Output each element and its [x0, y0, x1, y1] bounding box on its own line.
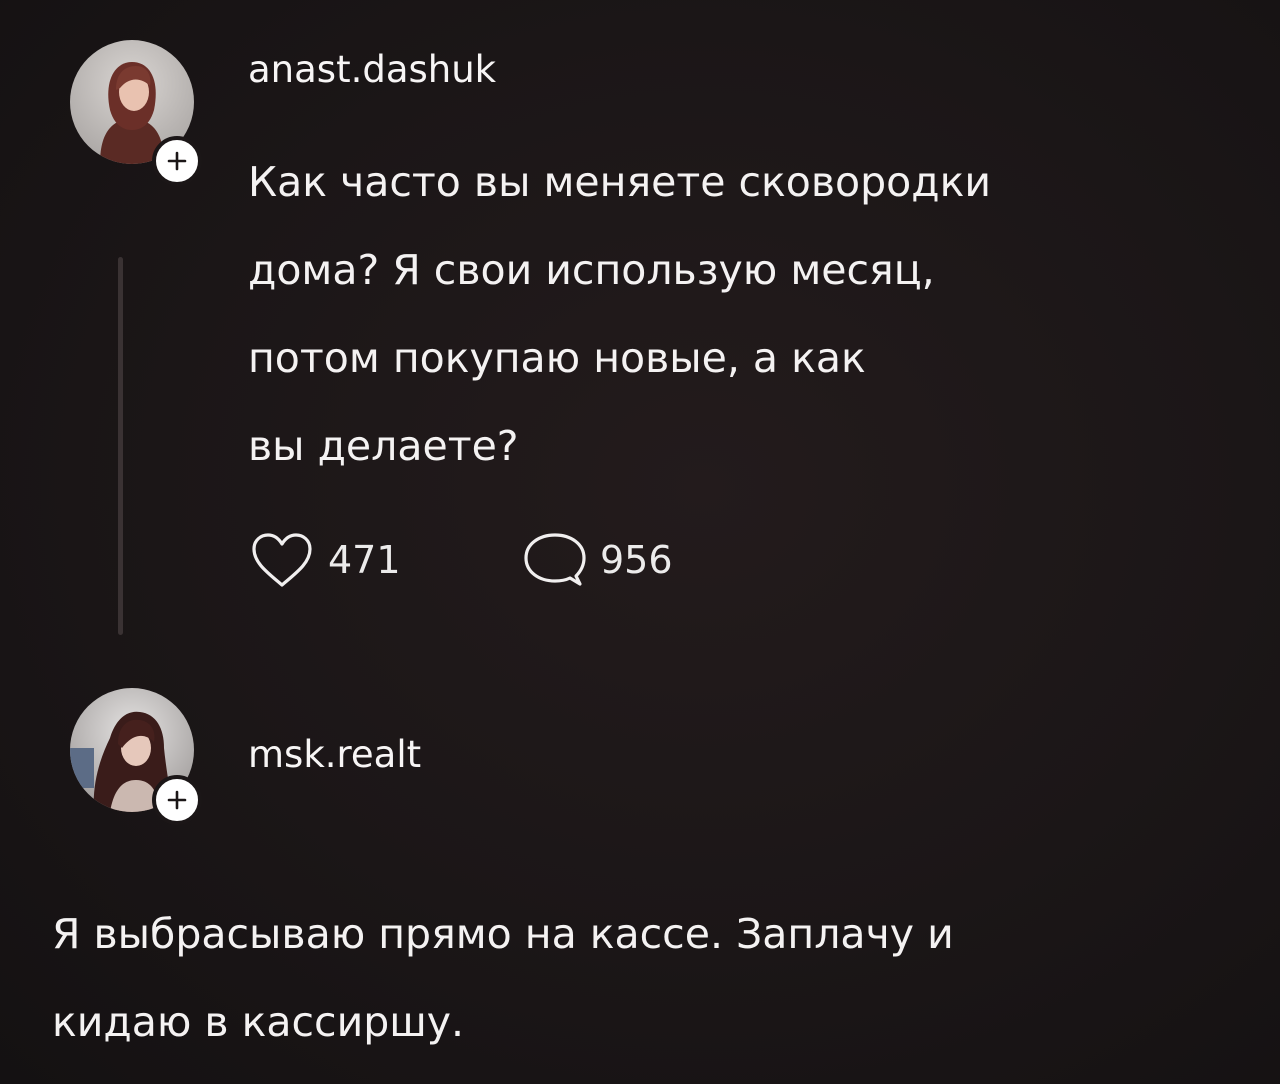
comment-button[interactable]: 956 [522, 530, 673, 590]
post-text-line: потом покупаю новые, а как [248, 334, 866, 382]
heart-icon [252, 533, 312, 587]
reply-text-line: Я выбрасываю прямо на кассе. Заплачу и [52, 910, 954, 958]
reply-body: Я выбрасываю прямо на кассе. Заплачу и к… [52, 890, 1252, 1066]
plus-icon [167, 790, 187, 810]
post-author-username[interactable]: anast.dashuk [248, 48, 496, 91]
comment-count: 956 [600, 538, 673, 582]
thread-connector-line [118, 257, 123, 635]
plus-icon [167, 151, 187, 171]
like-count: 471 [328, 538, 401, 582]
reply-text-line: кидаю в кассиршу. [52, 998, 465, 1046]
reply-author-username[interactable]: msk.realt [248, 733, 421, 776]
post-text-line: Как часто вы меняете сковородки [248, 158, 991, 206]
speech-bubble-icon [524, 533, 586, 586]
like-button[interactable]: 471 [248, 530, 401, 590]
post-body: Как часто вы меняете сковородки дома? Я … [248, 138, 1228, 490]
post-text-line: вы делаете? [248, 422, 519, 470]
post-text-line: дома? Я свои использую месяц, [248, 246, 935, 294]
thread-screen: anast.dashuk Как часто вы меняете сковор… [0, 0, 1280, 1084]
follow-button[interactable] [152, 775, 202, 825]
follow-button[interactable] [152, 136, 202, 186]
